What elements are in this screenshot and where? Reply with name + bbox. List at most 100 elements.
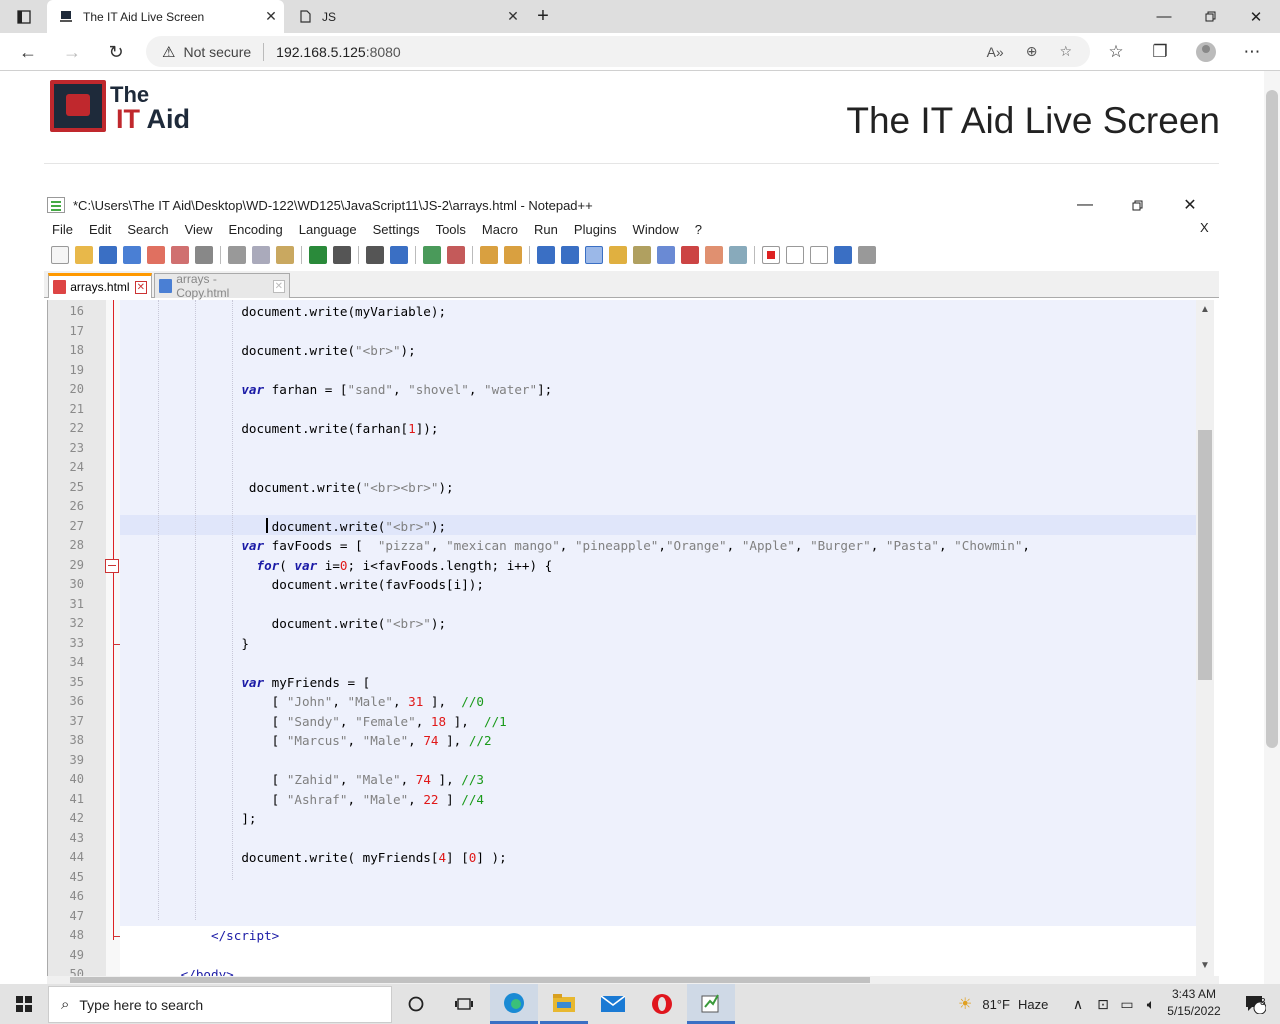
profile-avatar[interactable] — [1186, 33, 1226, 71]
weather-widget[interactable]: ☀ 81°F Haze — [958, 984, 1048, 1024]
close-tab-icon[interactable]: ✕ — [272, 279, 286, 293]
menu-window[interactable]: Window — [625, 222, 687, 237]
collections-icon[interactable]: ❐ — [1140, 33, 1180, 71]
close-tab-icon[interactable]: ✕ — [134, 280, 147, 294]
find-icon[interactable] — [366, 246, 384, 264]
menu-view[interactable]: View — [177, 222, 221, 237]
paste-icon[interactable] — [276, 246, 294, 264]
doc-list-icon[interactable] — [657, 246, 675, 264]
file-explorer-icon[interactable] — [540, 984, 588, 1024]
menu-file[interactable]: File — [44, 222, 81, 237]
sync-vertical-icon[interactable] — [480, 246, 498, 264]
code-editor[interactable]: 16 17 18 19 20 21 22 23 24 25 26 27 28 2… — [47, 300, 1219, 976]
close-window-icon[interactable]: ✕ — [1233, 0, 1279, 33]
restore-icon[interactable] — [1187, 0, 1233, 33]
menu-macro[interactable]: Macro — [474, 222, 526, 237]
notepad-plus-plus-icon[interactable] — [687, 984, 735, 1024]
menu-edit[interactable]: Edit — [81, 222, 119, 237]
zoom-out-icon[interactable] — [447, 246, 465, 264]
taskbar-search[interactable]: ⌕ Type here to search — [48, 986, 392, 1023]
menu-encoding[interactable]: Encoding — [221, 222, 291, 237]
replace-icon[interactable] — [390, 246, 408, 264]
close-file-icon[interactable] — [147, 246, 165, 264]
save-icon[interactable] — [99, 246, 117, 264]
run-macro-multiple-icon[interactable] — [834, 246, 852, 264]
indent-guide-icon[interactable] — [585, 246, 603, 264]
close-tab-icon[interactable]: ✕ — [500, 8, 526, 25]
redo-icon[interactable] — [333, 246, 351, 264]
network-icon[interactable]: ⊡ — [1091, 984, 1115, 1024]
tab-actions-icon[interactable] — [0, 0, 47, 33]
file-tab-arrays-copy[interactable]: arrays - Copy.html ✕ — [154, 272, 290, 300]
monitoring-icon[interactable] — [729, 246, 747, 264]
copy-icon[interactable] — [252, 246, 270, 264]
more-icon[interactable]: ⋯ — [1232, 33, 1272, 71]
save-macro-icon[interactable] — [858, 246, 876, 264]
mail-icon[interactable] — [589, 984, 637, 1024]
browser-tab-js[interactable]: JS ✕ — [288, 0, 526, 33]
menu-run[interactable]: Run — [526, 222, 566, 237]
cortana-icon[interactable] — [392, 984, 440, 1024]
minimize-icon[interactable]: — — [1141, 0, 1187, 33]
folder-workspace-icon[interactable] — [705, 246, 723, 264]
menu-plugins[interactable]: Plugins — [566, 222, 625, 237]
npp-minimize-icon[interactable]: — — [1060, 193, 1110, 217]
warning-icon[interactable]: ⚠ — [162, 43, 175, 61]
address-bar[interactable]: ⚠ Not secure 192.168.5.125:8080 A» ⊕ ☆ — [146, 36, 1090, 67]
doc-map-icon[interactable] — [633, 246, 651, 264]
menu-help[interactable]: ? — [687, 222, 710, 237]
file-tab-arrays[interactable]: arrays.html ✕ — [48, 273, 152, 298]
display-icon[interactable]: ▭ — [1115, 984, 1139, 1024]
chevron-up-icon[interactable]: ∧ — [1066, 984, 1090, 1024]
npp-close-icon[interactable]: ✕ — [1165, 193, 1215, 217]
volume-icon[interactable]: 🔈︎ — [1139, 984, 1163, 1024]
close-all-icon[interactable] — [171, 246, 189, 264]
editor-scroll-thumb[interactable] — [1198, 430, 1212, 680]
npp-restore-icon[interactable] — [1112, 193, 1162, 217]
close-tab-icon[interactable]: ✕ — [258, 8, 284, 25]
browser-tab-live-screen[interactable]: The IT Aid Live Screen ✕ — [47, 0, 284, 33]
page-scroll-thumb[interactable] — [1266, 90, 1278, 748]
menu-settings[interactable]: Settings — [365, 222, 428, 237]
cut-icon[interactable] — [228, 246, 246, 264]
opera-icon[interactable] — [638, 984, 686, 1024]
print-icon[interactable] — [195, 246, 213, 264]
refresh-icon[interactable]: ↻ — [99, 33, 133, 71]
back-icon[interactable]: ← — [11, 33, 45, 71]
menu-tools[interactable]: Tools — [428, 222, 474, 237]
edge-browser-icon[interactable] — [490, 984, 538, 1024]
code-background — [120, 926, 1196, 976]
taskbar-clock[interactable]: 3:43 AM 5/15/2022 — [1165, 986, 1223, 1020]
notification-center-icon[interactable]: 3 — [1230, 984, 1280, 1024]
play-macro-icon[interactable] — [810, 246, 828, 264]
new-file-icon[interactable] — [51, 246, 69, 264]
scroll-up-icon[interactable]: ▲ — [1198, 304, 1212, 315]
udl-icon[interactable] — [609, 246, 627, 264]
stop-macro-icon[interactable] — [786, 246, 804, 264]
task-view-icon[interactable] — [440, 984, 488, 1024]
menu-language[interactable]: Language — [291, 222, 365, 237]
menu-close-button[interactable]: X — [1200, 220, 1209, 235]
zoom-icon[interactable]: ⊕ — [1026, 43, 1038, 60]
show-all-chars-icon[interactable] — [561, 246, 579, 264]
menu-search[interactable]: Search — [119, 222, 176, 237]
forward-icon[interactable]: → — [55, 33, 89, 71]
zoom-in-icon[interactable] — [423, 246, 441, 264]
scroll-down-icon[interactable]: ▼ — [1198, 960, 1212, 971]
url-text[interactable]: 192.168.5.125:8080 — [276, 44, 401, 60]
fold-toggle-icon[interactable] — [105, 559, 119, 573]
record-macro-icon[interactable] — [762, 246, 780, 264]
word-wrap-icon[interactable] — [537, 246, 555, 264]
function-list-icon[interactable] — [681, 246, 699, 264]
new-tab-button[interactable]: + — [528, 0, 558, 33]
favorites-icon[interactable]: ☆ — [1096, 33, 1136, 71]
read-aloud-icon[interactable]: A» — [987, 44, 1004, 60]
horizontal-scroll-thumb[interactable] — [70, 977, 870, 983]
security-label[interactable]: Not secure — [183, 44, 251, 60]
undo-icon[interactable] — [309, 246, 327, 264]
save-all-icon[interactable] — [123, 246, 141, 264]
add-favorite-icon[interactable]: ☆ — [1059, 43, 1072, 60]
windows-start-icon[interactable] — [0, 984, 48, 1024]
sync-horizontal-icon[interactable] — [504, 246, 522, 264]
open-file-icon[interactable] — [75, 246, 93, 264]
